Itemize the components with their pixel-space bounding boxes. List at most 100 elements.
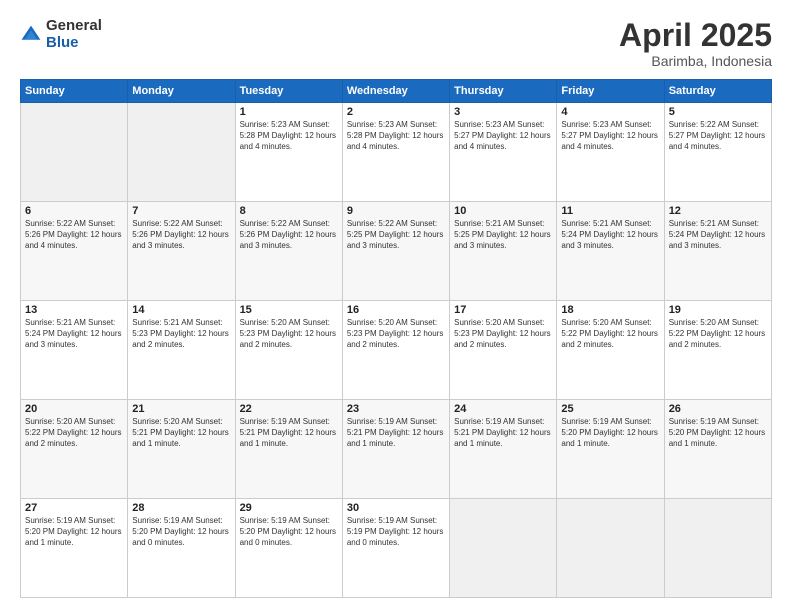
calendar-week-row-3: 20 Sunrise: 5:20 AM Sunset: 5:22 PM Dayli… xyxy=(21,400,772,499)
calendar-cell xyxy=(21,103,128,202)
day-number: 19 xyxy=(669,304,767,316)
calendar-cell: 11Sunrise: 5:21 AM Sunset: 5:24 PM Dayli… xyxy=(557,202,664,301)
day-number: 12 xyxy=(669,205,767,217)
day-number: 14 xyxy=(132,304,230,316)
calendar-week-row-0: 1 Sunrise: 5:23 AM Sunset: 5:28 PM Daylig… xyxy=(21,103,772,202)
calendar-cell: 12 Sunrise: 5:21 AM Sunset: 5:24 PM Dayli… xyxy=(664,202,771,301)
day-number: 18 xyxy=(561,304,659,316)
day-detail: Sunrise: 5:19 AM Sunset: 5:21 PM Dayligh… xyxy=(454,417,552,449)
calendar-cell: 23 Sunrise: 5:19 AM Sunset: 5:21 PM Dayli… xyxy=(342,400,449,499)
header-tuesday: Tuesday xyxy=(235,80,342,103)
day-detail: Sunrise: 5:20 AM Sunset: 5:22 PM Dayligh… xyxy=(561,318,659,350)
day-detail: Sunrise: 5:20 AM Sunset: 5:22 PM Dayligh… xyxy=(25,417,123,449)
day-number: 5 xyxy=(669,106,767,118)
calendar-cell: 1 Sunrise: 5:23 AM Sunset: 5:28 PM Daylig… xyxy=(235,103,342,202)
header-wednesday: Wednesday xyxy=(342,80,449,103)
calendar-cell: 28Sunrise: 5:19 AM Sunset: 5:20 PM Dayli… xyxy=(128,499,235,598)
day-number: 1 xyxy=(240,106,338,118)
day-detail: Sunrise: 5:23 AM Sunset: 5:27 PM Dayligh… xyxy=(561,120,659,152)
day-number: 20 xyxy=(25,403,123,415)
day-number: 26 xyxy=(669,403,767,415)
calendar-cell: 29Sunrise: 5:19 AM Sunset: 5:20 PM Dayli… xyxy=(235,499,342,598)
day-number: 2 xyxy=(347,106,445,118)
day-detail: Sunrise: 5:19 AM Sunset: 5:20 PM Dayligh… xyxy=(669,417,767,449)
day-number: 4 xyxy=(561,106,659,118)
day-detail: Sunrise: 5:20 AM Sunset: 5:22 PM Dayligh… xyxy=(669,318,767,350)
day-detail: Sunrise: 5:22 AM Sunset: 5:26 PM Dayligh… xyxy=(240,219,338,251)
header: General Blue April 2025 Barimba, Indones… xyxy=(20,18,772,69)
day-detail: Sunrise: 5:19 AM Sunset: 5:19 PM Dayligh… xyxy=(347,516,445,548)
calendar-cell xyxy=(664,499,771,598)
header-saturday: Saturday xyxy=(664,80,771,103)
day-detail: Sunrise: 5:20 AM Sunset: 5:23 PM Dayligh… xyxy=(347,318,445,350)
calendar-week-row-2: 13 Sunrise: 5:21 AM Sunset: 5:24 PM Dayli… xyxy=(21,301,772,400)
day-detail: Sunrise: 5:20 AM Sunset: 5:23 PM Dayligh… xyxy=(240,318,338,350)
day-number: 21 xyxy=(132,403,230,415)
day-number: 3 xyxy=(454,106,552,118)
day-number: 9 xyxy=(347,205,445,217)
title-month: April 2025 xyxy=(619,18,772,53)
day-number: 25 xyxy=(561,403,659,415)
calendar-header-row: Sunday Monday Tuesday Wednesday Thursday… xyxy=(21,80,772,103)
day-number: 7 xyxy=(132,205,230,217)
day-detail: Sunrise: 5:21 AM Sunset: 5:24 PM Dayligh… xyxy=(25,318,123,350)
calendar-cell: 5 Sunrise: 5:22 AM Sunset: 5:27 PM Daylig… xyxy=(664,103,771,202)
day-detail: Sunrise: 5:22 AM Sunset: 5:27 PM Dayligh… xyxy=(669,120,767,152)
calendar-cell: 17Sunrise: 5:20 AM Sunset: 5:23 PM Dayli… xyxy=(450,301,557,400)
calendar-cell: 25 Sunrise: 5:19 AM Sunset: 5:20 PM Dayli… xyxy=(557,400,664,499)
calendar-cell: 22 Sunrise: 5:19 AM Sunset: 5:21 PM Dayli… xyxy=(235,400,342,499)
day-number: 15 xyxy=(240,304,338,316)
calendar-cell: 19 Sunrise: 5:20 AM Sunset: 5:22 PM Dayli… xyxy=(664,301,771,400)
day-detail: Sunrise: 5:22 AM Sunset: 5:26 PM Dayligh… xyxy=(132,219,230,251)
calendar-cell xyxy=(128,103,235,202)
day-detail: Sunrise: 5:23 AM Sunset: 5:28 PM Dayligh… xyxy=(240,120,338,152)
day-detail: Sunrise: 5:20 AM Sunset: 5:23 PM Dayligh… xyxy=(454,318,552,350)
header-monday: Monday xyxy=(128,80,235,103)
day-number: 6 xyxy=(25,205,123,217)
day-number: 13 xyxy=(25,304,123,316)
calendar-cell: 14 Sunrise: 5:21 AM Sunset: 5:23 PM Dayli… xyxy=(128,301,235,400)
day-detail: Sunrise: 5:22 AM Sunset: 5:25 PM Dayligh… xyxy=(347,219,445,251)
calendar-cell: 2Sunrise: 5:23 AM Sunset: 5:28 PM Daylig… xyxy=(342,103,449,202)
day-detail: Sunrise: 5:21 AM Sunset: 5:24 PM Dayligh… xyxy=(561,219,659,251)
day-number: 22 xyxy=(240,403,338,415)
calendar-cell: 21 Sunrise: 5:20 AM Sunset: 5:21 PM Dayli… xyxy=(128,400,235,499)
day-detail: Sunrise: 5:21 AM Sunset: 5:24 PM Dayligh… xyxy=(669,219,767,251)
title-block: April 2025 Barimba, Indonesia xyxy=(619,18,772,69)
logo-blue-text: Blue xyxy=(46,35,102,52)
calendar-table: Sunday Monday Tuesday Wednesday Thursday… xyxy=(20,79,772,598)
calendar-cell: 18 Sunrise: 5:20 AM Sunset: 5:22 PM Dayli… xyxy=(557,301,664,400)
calendar-cell: 13 Sunrise: 5:21 AM Sunset: 5:24 PM Dayli… xyxy=(21,301,128,400)
calendar-cell: 8 Sunrise: 5:22 AM Sunset: 5:26 PM Daylig… xyxy=(235,202,342,301)
day-detail: Sunrise: 5:19 AM Sunset: 5:21 PM Dayligh… xyxy=(240,417,338,449)
day-detail: Sunrise: 5:19 AM Sunset: 5:21 PM Dayligh… xyxy=(347,417,445,449)
calendar-cell: 3 Sunrise: 5:23 AM Sunset: 5:27 PM Daylig… xyxy=(450,103,557,202)
logo: General Blue xyxy=(20,18,102,51)
day-detail: Sunrise: 5:19 AM Sunset: 5:20 PM Dayligh… xyxy=(240,516,338,548)
day-number: 30 xyxy=(347,502,445,514)
day-detail: Sunrise: 5:21 AM Sunset: 5:23 PM Dayligh… xyxy=(132,318,230,350)
calendar-cell: 16 Sunrise: 5:20 AM Sunset: 5:23 PM Dayli… xyxy=(342,301,449,400)
calendar-week-row-4: 27 Sunrise: 5:19 AM Sunset: 5:20 PM Dayli… xyxy=(21,499,772,598)
calendar-cell: 24 Sunrise: 5:19 AM Sunset: 5:21 PM Dayli… xyxy=(450,400,557,499)
day-number: 16 xyxy=(347,304,445,316)
calendar-cell: 7 Sunrise: 5:22 AM Sunset: 5:26 PM Daylig… xyxy=(128,202,235,301)
day-number: 10 xyxy=(454,205,552,217)
page: General Blue April 2025 Barimba, Indones… xyxy=(0,0,792,612)
day-number: 8 xyxy=(240,205,338,217)
header-sunday: Sunday xyxy=(21,80,128,103)
logo-icon xyxy=(20,24,42,46)
day-number: 27 xyxy=(25,502,123,514)
logo-general-text: General xyxy=(46,18,102,35)
calendar-cell: 10Sunrise: 5:21 AM Sunset: 5:25 PM Dayli… xyxy=(450,202,557,301)
day-detail: Sunrise: 5:20 AM Sunset: 5:21 PM Dayligh… xyxy=(132,417,230,449)
day-detail: Sunrise: 5:23 AM Sunset: 5:27 PM Dayligh… xyxy=(454,120,552,152)
calendar-cell: 27 Sunrise: 5:19 AM Sunset: 5:20 PM Dayli… xyxy=(21,499,128,598)
calendar-cell: 4 Sunrise: 5:23 AM Sunset: 5:27 PM Daylig… xyxy=(557,103,664,202)
day-detail: Sunrise: 5:19 AM Sunset: 5:20 PM Dayligh… xyxy=(561,417,659,449)
day-number: 24 xyxy=(454,403,552,415)
calendar-cell: 9 Sunrise: 5:22 AM Sunset: 5:25 PM Daylig… xyxy=(342,202,449,301)
day-number: 23 xyxy=(347,403,445,415)
day-number: 28 xyxy=(132,502,230,514)
day-detail: Sunrise: 5:19 AM Sunset: 5:20 PM Dayligh… xyxy=(25,516,123,548)
